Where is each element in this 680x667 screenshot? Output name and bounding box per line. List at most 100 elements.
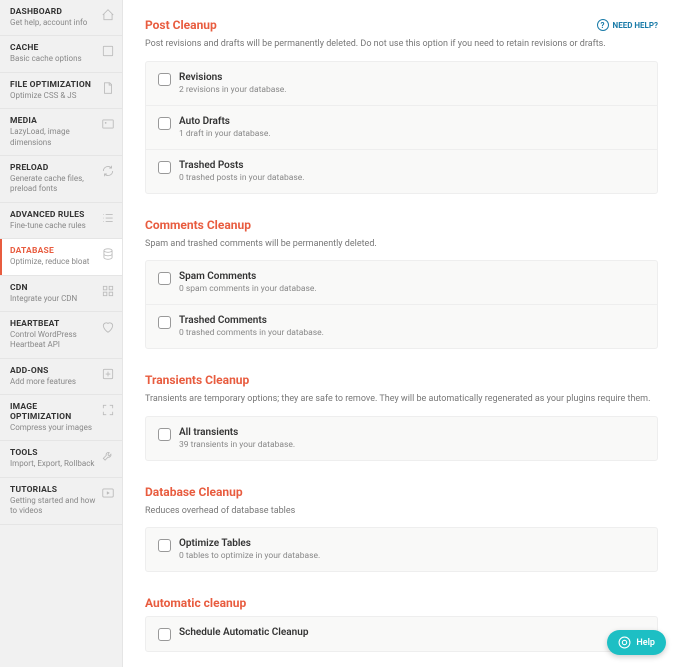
section-comments-cleanup: Comments Cleanup Spam and trashed comment… xyxy=(145,218,658,350)
nav-desc: Control WordPress Heartbeat API xyxy=(10,330,98,351)
home-icon xyxy=(101,8,115,22)
checkbox[interactable] xyxy=(158,628,171,641)
nav-desc: Compress your images xyxy=(10,423,98,433)
nav-desc: Getting started and how to videos xyxy=(10,496,98,517)
nav-title: DASHBOARD xyxy=(10,7,98,17)
option-group: Optimize Tables0 tables to optimize in y… xyxy=(145,527,658,572)
option-row[interactable]: Auto Drafts1 draft in your database. xyxy=(146,105,657,149)
nav-title: ADD-ONS xyxy=(10,366,98,376)
sidebar-item-advanced-rules[interactable]: ADVANCED RULESFine-tune cache rules xyxy=(0,203,122,239)
refresh-icon xyxy=(101,164,115,178)
sidebar-item-preload[interactable]: PRELOADGenerate cache files, preload fon… xyxy=(0,156,122,203)
checkbox[interactable] xyxy=(158,539,171,552)
option-desc: 0 spam comments in your database. xyxy=(179,284,317,294)
sidebar-item-image-optimization[interactable]: IMAGE OPTIMIZATIONCompress your images xyxy=(0,395,122,441)
option-desc: 2 revisions in your database. xyxy=(179,85,287,95)
nav-desc: LazyLoad, image dimensions xyxy=(10,127,98,148)
section-title: Comments Cleanup xyxy=(145,218,251,232)
section-desc: Spam and trashed comments will be perman… xyxy=(145,238,658,251)
nav-desc: Optimize, reduce bloat xyxy=(10,257,98,267)
database-icon xyxy=(101,247,115,261)
help-icon: ? xyxy=(597,19,609,31)
nav-title: ADVANCED RULES xyxy=(10,210,98,220)
option-row[interactable]: Optimize Tables0 tables to optimize in y… xyxy=(146,528,657,571)
nav-title: MEDIA xyxy=(10,116,98,126)
sidebar-item-dashboard[interactable]: DASHBOARDGet help, account info xyxy=(0,0,122,36)
option-title: Revisions xyxy=(179,72,287,83)
sidebar-item-tutorials[interactable]: TUTORIALSGetting started and how to vide… xyxy=(0,478,122,525)
nav-desc: Basic cache options xyxy=(10,54,98,64)
section-post-cleanup: Post Cleanup? NEED HELP? Post revisions an… xyxy=(145,18,658,194)
option-title: Auto Drafts xyxy=(179,116,271,127)
option-group: All transients39 transients in your data… xyxy=(145,416,658,461)
nav-title: TUTORIALS xyxy=(10,485,98,495)
grid-icon xyxy=(101,284,115,298)
section-database-cleanup: Database Cleanup Reduces overhead of data… xyxy=(145,485,658,573)
sidebar-item-media[interactable]: MEDIALazyLoad, image dimensions xyxy=(0,109,122,156)
section-title: Post Cleanup xyxy=(145,18,217,32)
section-transients-cleanup: Transients CleanupTransients are tempora… xyxy=(145,373,658,461)
sidebar-item-tools[interactable]: TOOLSImport, Export, Rollback xyxy=(0,441,122,477)
sidebar: DASHBOARDGet help, account infoCACHEBasi… xyxy=(0,0,123,667)
image-icon xyxy=(101,117,115,131)
nav-title: FILE OPTIMIZATION xyxy=(10,80,98,90)
sidebar-item-file-optimization[interactable]: FILE OPTIMIZATIONOptimize CSS & JS xyxy=(0,73,122,109)
option-desc: 0 trashed posts in your database. xyxy=(179,173,304,183)
option-row[interactable]: Spam Comments 0 spam comments in your dat… xyxy=(146,261,657,304)
checkbox[interactable] xyxy=(158,428,171,441)
sidebar-item-heartbeat[interactable]: HEARTBEATControl WordPress Heartbeat API xyxy=(0,312,122,359)
option-row[interactable]: Trashed Posts 0 trashed posts in your dat… xyxy=(146,149,657,193)
option-desc: 0 tables to optimize in your database. xyxy=(179,551,320,561)
play-icon xyxy=(101,486,115,500)
option-group: Revisions 2 revisions in your database. Au… xyxy=(145,61,658,194)
section-desc: Post revisions and drafts will be perman… xyxy=(145,38,658,51)
tool-icon xyxy=(101,449,115,463)
section-automatic-cleanup: Automatic cleanup Schedule Automatic Clea… xyxy=(145,596,658,652)
nav-desc: Add more features xyxy=(10,377,98,387)
nav-desc: Optimize CSS & JS xyxy=(10,91,98,101)
section-title: Transients Cleanup xyxy=(145,373,249,387)
checkbox[interactable] xyxy=(158,73,171,86)
option-group: Schedule Automatic Cleanup xyxy=(145,616,658,652)
square-icon xyxy=(101,44,115,58)
checkbox[interactable] xyxy=(158,316,171,329)
option-row[interactable]: Trashed Comments 0 trashed comments in yo… xyxy=(146,304,657,348)
nav-desc: Import, Export, Rollback xyxy=(10,459,98,469)
option-title: Schedule Automatic Cleanup xyxy=(179,627,308,638)
nav-title: HEARTBEAT xyxy=(10,319,98,329)
nav-desc: Integrate your CDN xyxy=(10,294,98,304)
nav-desc: Fine-tune cache rules xyxy=(10,221,98,231)
option-title: Spam Comments xyxy=(179,271,317,282)
checkbox[interactable] xyxy=(158,272,171,285)
sidebar-item-database[interactable]: DATABASEOptimize, reduce bloat xyxy=(0,239,122,275)
section-title: Database Cleanup xyxy=(145,485,243,499)
checkbox[interactable] xyxy=(158,161,171,174)
option-title: All transients xyxy=(179,427,295,438)
heart-icon xyxy=(101,320,115,334)
need-help-link[interactable]: ? NEED HELP? xyxy=(597,19,658,31)
option-desc: 0 trashed comments in your database. xyxy=(179,328,324,338)
nav-title: DATABASE xyxy=(10,246,98,256)
compress-icon xyxy=(101,403,115,417)
sidebar-item-cache[interactable]: CACHEBasic cache options xyxy=(0,36,122,72)
option-row[interactable]: All transients39 transients in your data… xyxy=(146,417,657,460)
nav-title: TOOLS xyxy=(10,448,98,458)
nav-title: PRELOAD xyxy=(10,163,98,173)
option-group: Spam Comments 0 spam comments in your dat… xyxy=(145,260,658,349)
checkbox[interactable] xyxy=(158,117,171,130)
nav-desc: Get help, account info xyxy=(10,18,98,28)
help-fab-label: Help xyxy=(636,638,655,648)
sidebar-item-add-ons[interactable]: ADD-ONSAdd more features xyxy=(0,359,122,395)
option-row[interactable]: Revisions 2 revisions in your database. xyxy=(146,62,657,105)
section-desc: Reduces overhead of database tables xyxy=(145,505,658,518)
option-title: Trashed Posts xyxy=(179,160,304,171)
main-content: Post Cleanup? NEED HELP? Post revisions an… xyxy=(123,0,680,667)
help-label: NEED HELP? xyxy=(613,21,658,30)
help-fab[interactable]: Help xyxy=(607,630,666,655)
nav-title: IMAGE OPTIMIZATION xyxy=(10,402,98,422)
sidebar-item-cdn[interactable]: CDNIntegrate your CDN xyxy=(0,276,122,312)
option-row[interactable]: Schedule Automatic Cleanup xyxy=(146,617,657,651)
nav-title: CACHE xyxy=(10,43,98,53)
option-title: Trashed Comments xyxy=(179,315,324,326)
section-title: Automatic cleanup xyxy=(145,596,246,610)
